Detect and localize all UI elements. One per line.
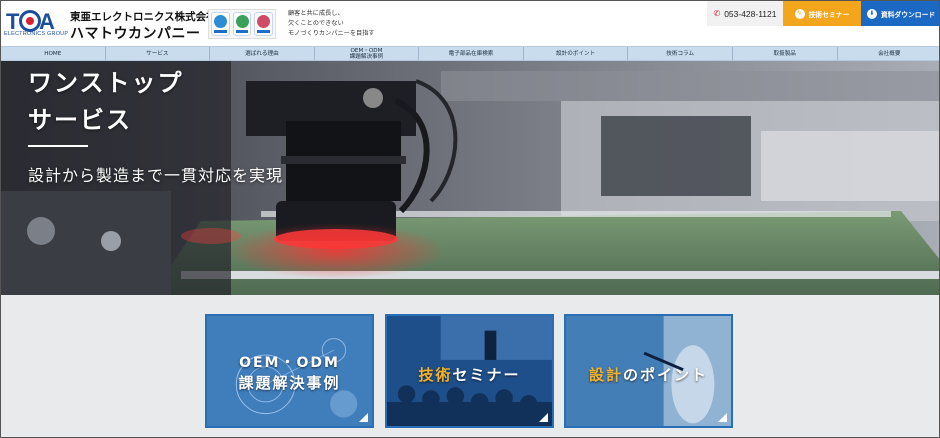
feature-cards: OEM・ODM 課題解決事例 技術セミナー 設計のポイント (1, 295, 939, 437)
card-title: 設計のポイント (566, 364, 731, 385)
hero-divider (28, 145, 88, 147)
card-title-accent: 技術 (418, 366, 453, 384)
company-kana[interactable]: ハマトウカンパニー (70, 23, 201, 43)
seminar-button[interactable]: ✎ 技術セミナー (783, 1, 861, 26)
iso-14001-badge-icon (232, 12, 252, 36)
card-tech-seminar[interactable]: 技術セミナー (385, 314, 554, 428)
nav-item-tech-column[interactable]: 技術コラム (628, 47, 733, 60)
hero-title-line: サービス (28, 106, 132, 134)
hero-subtitle: 設計から製造まで一貫対応を実現 (28, 166, 284, 185)
card-title: OEM・ODM (239, 355, 340, 371)
seminar-button-label: 技術セミナー (808, 10, 850, 19)
nav-item-design-points[interactable]: 設計のポイント (524, 47, 629, 60)
pencil-icon: ✎ (794, 8, 805, 19)
nav-item-parts-search[interactable]: 電子部品在庫検索 (419, 47, 524, 60)
card-oem-odm[interactable]: OEM・ODM 課題解決事例 (205, 314, 374, 428)
main-nav: HOME サービス 選ばれる理由 OEM・ODM 課題解決事例 電子部品在庫検索… (1, 46, 940, 61)
card-subtitle: 課題解決事例 (238, 374, 341, 392)
site-header: T A ELECTRONICS GROUP 東亜エレクトロニクス株式会社 ハマト… (1, 1, 939, 46)
nav-item-oem-odm[interactable]: OEM・ODM 課題解決事例 (315, 47, 420, 60)
card-design-points[interactable]: 設計のポイント (564, 314, 733, 428)
phone-icon: ✆ (713, 9, 721, 18)
iso-9001-badge-icon (211, 12, 230, 36)
nav-item-products[interactable]: 取扱製品 (733, 47, 838, 60)
slogan-line: モノづくりカンパニーを目指す (288, 30, 375, 37)
card-arrow-icon (718, 413, 727, 422)
download-icon: ⬇ (866, 8, 877, 19)
company-name[interactable]: 東亜エレクトロニクス株式会社 (70, 9, 217, 24)
nav-item-label: 課題解決事例 (349, 53, 384, 60)
slogan-line: 欠くことのできない (288, 20, 344, 27)
nav-item-service[interactable]: サービス (106, 47, 211, 60)
card-title-rest: セミナー (452, 366, 521, 384)
download-button-label: 資料ダウンロード (880, 10, 936, 19)
slogan-line: 顧客と共に成長し、 (288, 10, 344, 17)
header-contact: ✆ 053-428-1121 ✎ 技術セミナー ⬇ 資料ダウンロード (707, 1, 939, 26)
card-title-rest: のポイント (623, 366, 709, 384)
card-title-accent: 設計 (588, 366, 623, 384)
logo-subtitle: ELECTRONICS GROUP (4, 31, 69, 37)
phone-number: 053-428-1121 (724, 8, 777, 19)
page-frame: T A ELECTRONICS GROUP 東亜エレクトロニクス株式会社 ハマト… (0, 0, 940, 438)
certification-badges (208, 9, 276, 39)
hero-title: ワンストップ サービス (28, 65, 184, 139)
slogan: 顧客と共に成長し、 欠くことのできない モノづくりカンパニーを目指す (288, 9, 375, 39)
hero-banner: ワンストップ サービス 設計から製造まで一貫対応を実現 (1, 61, 939, 295)
svg-text:A: A (39, 9, 55, 33)
card-title: 技術セミナー (387, 364, 552, 385)
download-button[interactable]: ⬇ 資料ダウンロード (861, 1, 939, 26)
svg-text:T: T (6, 9, 20, 33)
card-arrow-icon (359, 413, 368, 422)
iso-13485-badge-icon (254, 12, 274, 36)
phone-link[interactable]: ✆ 053-428-1121 (707, 1, 783, 26)
nav-item-company[interactable]: 会社概要 (838, 47, 940, 60)
toa-logo-icon[interactable]: T A (6, 9, 66, 33)
nav-item-reasons[interactable]: 選ばれる理由 (210, 47, 315, 60)
card-arrow-icon (539, 413, 548, 422)
hero-title-line: ワンストップ (28, 69, 184, 97)
nav-item-home[interactable]: HOME (1, 47, 106, 60)
